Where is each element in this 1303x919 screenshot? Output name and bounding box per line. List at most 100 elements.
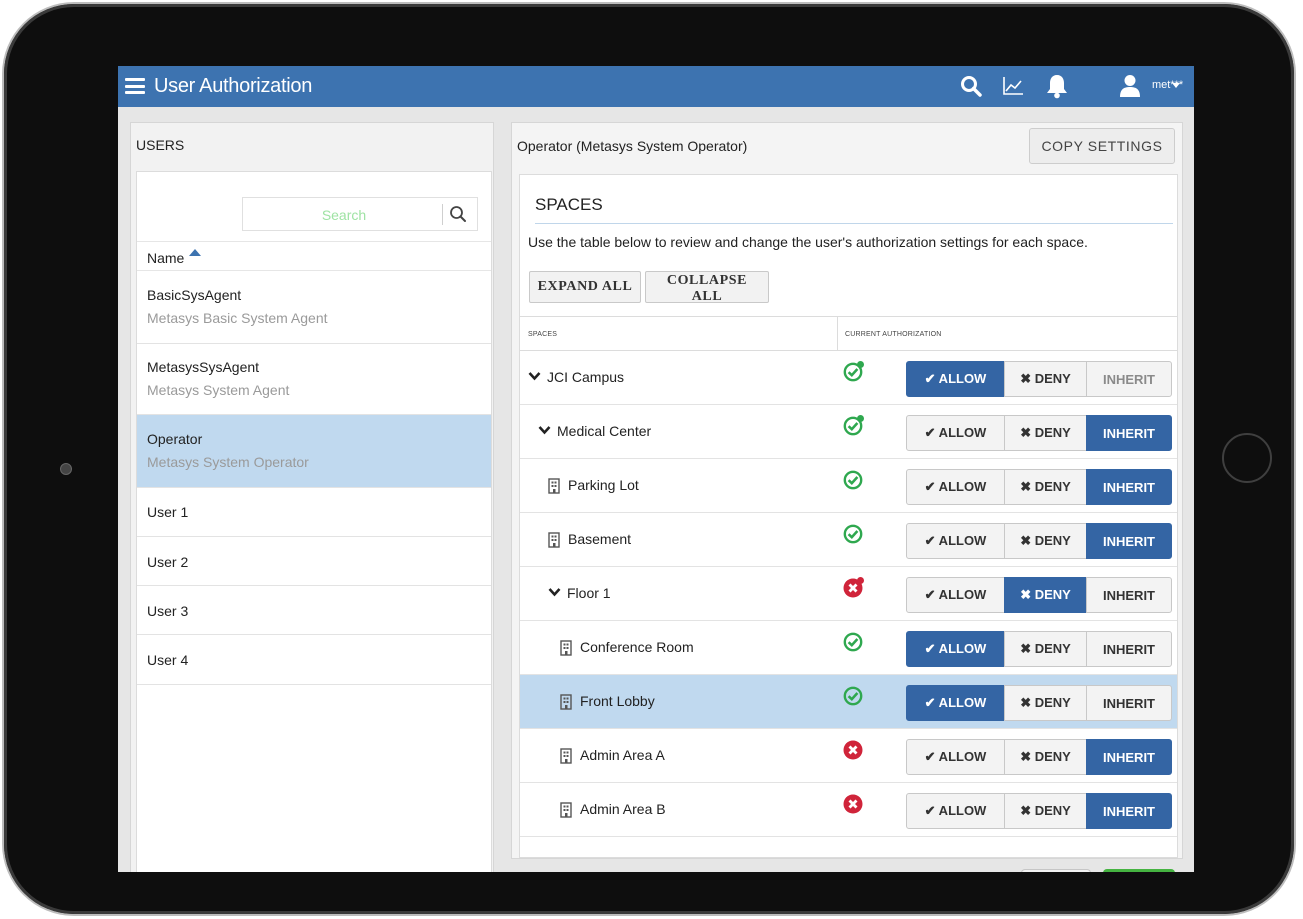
camera <box>60 463 72 475</box>
allow-button[interactable]: ✔ ALLOW <box>906 577 1005 613</box>
user-row[interactable]: User 2 <box>137 537 491 586</box>
deny-button[interactable]: ✖ DENY <box>1004 739 1087 775</box>
chart-icon[interactable] <box>1002 76 1024 96</box>
status-denied <box>843 794 863 819</box>
deny-button[interactable]: ✖ DENY <box>1004 361 1087 397</box>
deny-button[interactable]: ✖ DENY <box>1004 685 1087 721</box>
selected-user-title: Operator (Metasys System Operator) <box>517 138 748 154</box>
x-circle-icon <box>843 740 863 760</box>
user-name: User 1 <box>147 504 189 520</box>
check-circle-icon <box>843 632 863 652</box>
modified-indicator <box>857 361 864 368</box>
search-icon[interactable] <box>449 205 467 223</box>
status-denied <box>843 577 864 603</box>
space-row-selected[interactable]: Front Lobby ✔ ALLOW ✖ DENY INHERIT <box>520 675 1177 729</box>
allow-button[interactable]: ✔ ALLOW <box>906 469 1005 505</box>
authorization-toggle: ✔ ALLOW ✖ DENY INHERIT <box>906 739 1172 775</box>
column-divider <box>837 317 838 351</box>
search-icon[interactable] <box>960 75 982 97</box>
user-icon[interactable] <box>1120 74 1140 98</box>
user-row[interactable]: User 3 <box>137 586 491 635</box>
space-row[interactable]: Basement ✔ ALLOW ✖ DENY INHERIT <box>520 513 1177 567</box>
status-allowed <box>843 361 864 387</box>
deny-button[interactable]: ✖ DENY <box>1004 631 1087 667</box>
inherit-button[interactable]: INHERIT <box>1086 577 1172 613</box>
authorization-toggle: ✔ ALLOW ✖ DENY INHERIT <box>906 685 1172 721</box>
deny-button[interactable]: ✖ DENY <box>1004 523 1087 559</box>
space-row[interactable]: Conference Room ✔ ALLOW ✖ DENY INHERIT <box>520 621 1177 675</box>
allow-button[interactable]: ✔ ALLOW <box>906 631 1005 667</box>
user-row[interactable]: BasicSysAgent Metasys Basic System Agent <box>137 271 491 344</box>
deny-button[interactable]: ✖ DENY <box>1004 469 1087 505</box>
check-circle-icon <box>843 524 863 544</box>
building-icon <box>548 532 560 548</box>
authorization-toggle: ✔ ALLOW ✖ DENY INHERIT <box>906 469 1172 505</box>
authorization-toggle: ✔ ALLOW ✖ DENY INHERIT <box>906 523 1172 559</box>
deny-button[interactable]: ✖ DENY <box>1004 415 1087 451</box>
inherit-button[interactable]: INHERIT <box>1086 361 1172 397</box>
space-name: Conference Room <box>580 639 694 655</box>
menu-icon[interactable] <box>125 78 145 94</box>
user-name: MetasysSysAgent <box>147 359 260 375</box>
user-row[interactable]: MetasysSysAgent Metasys System Agent <box>137 344 491 415</box>
authorization-toggle: ✔ ALLOW ✖ DENY INHERIT <box>906 361 1172 397</box>
inherit-button[interactable]: INHERIT <box>1086 469 1172 505</box>
space-row[interactable]: Parking Lot ✔ ALLOW ✖ DENY INHERIT <box>520 459 1177 513</box>
expand-all-button[interactable]: EXPAND ALL <box>529 271 641 303</box>
building-icon <box>560 748 572 764</box>
inherit-button[interactable]: INHERIT <box>1086 739 1172 775</box>
allow-button[interactable]: ✔ ALLOW <box>906 685 1005 721</box>
inherit-button[interactable]: INHERIT <box>1086 523 1172 559</box>
status-denied <box>843 740 863 765</box>
space-row[interactable]: Admin Area B ✔ ALLOW ✖ DENY INHERIT <box>520 783 1177 837</box>
user-row[interactable]: User 1 <box>137 488 491 537</box>
search-box <box>242 197 478 232</box>
user-name: User 2 <box>147 554 189 570</box>
user-row-selected[interactable]: Operator Metasys System Operator <box>137 415 491 488</box>
building-icon <box>548 478 560 494</box>
deny-button[interactable]: ✖ DENY <box>1004 577 1087 613</box>
space-row[interactable]: Admin Area A ✔ ALLOW ✖ DENY INHERIT <box>520 729 1177 783</box>
chevron-down-icon[interactable] <box>538 425 551 435</box>
user-row[interactable]: User 4 <box>137 635 491 685</box>
check-circle-icon <box>843 470 863 490</box>
cancel-button[interactable] <box>1021 869 1091 872</box>
allow-button[interactable]: ✔ ALLOW <box>906 739 1005 775</box>
modified-indicator <box>857 415 864 422</box>
allow-button[interactable]: ✔ ALLOW <box>906 793 1005 829</box>
inherit-button[interactable]: INHERIT <box>1086 415 1172 451</box>
user-name: BasicSysAgent <box>147 287 242 303</box>
building-icon <box>560 802 572 818</box>
space-row[interactable]: Medical Center ✔ ALLOW ✖ DENY INHERIT <box>520 405 1177 459</box>
bell-icon[interactable] <box>1046 73 1068 99</box>
copy-settings-button[interactable]: COPY SETTINGS <box>1029 128 1175 164</box>
chevron-down-icon[interactable] <box>548 587 561 597</box>
authorization-toggle: ✔ ALLOW ✖ DENY INHERIT <box>906 577 1172 613</box>
collapse-all-button[interactable]: COLLAPSE ALL <box>645 271 769 304</box>
authorization-panel: Operator (Metasys System Operator) COPY … <box>511 122 1183 859</box>
status-allowed <box>843 686 863 711</box>
name-column-header[interactable]: Name <box>137 241 491 271</box>
home-button[interactable] <box>1222 433 1272 483</box>
building-icon <box>560 640 572 656</box>
inherit-button[interactable]: INHERIT <box>1086 685 1172 721</box>
search-input[interactable] <box>243 198 445 232</box>
allow-button[interactable]: ✔ ALLOW <box>906 523 1005 559</box>
inherit-button[interactable]: INHERIT <box>1086 631 1172 667</box>
building-icon <box>560 694 572 710</box>
save-button[interactable] <box>1103 869 1175 872</box>
chevron-down-icon[interactable] <box>528 371 541 381</box>
inherit-button[interactable]: INHERIT <box>1086 793 1172 829</box>
allow-button[interactable]: ✔ ALLOW <box>906 415 1005 451</box>
deny-button[interactable]: ✖ DENY <box>1004 793 1087 829</box>
space-row[interactable]: Floor 1 ✔ ALLOW ✖ DENY INHERIT <box>520 567 1177 621</box>
user-name: Operator <box>147 431 203 447</box>
space-name: JCI Campus <box>547 369 625 385</box>
status-allowed <box>843 470 863 495</box>
app-title: User Authorization <box>154 75 313 97</box>
chevron-down-icon[interactable] <box>1172 83 1180 88</box>
space-row[interactable]: JCI Campus ✔ ALLOW ✖ DENY INHERIT <box>520 351 1177 405</box>
sort-ascending-icon[interactable] <box>189 249 201 256</box>
users-panel-title: USERS <box>136 137 185 153</box>
allow-button[interactable]: ✔ ALLOW <box>906 361 1005 397</box>
